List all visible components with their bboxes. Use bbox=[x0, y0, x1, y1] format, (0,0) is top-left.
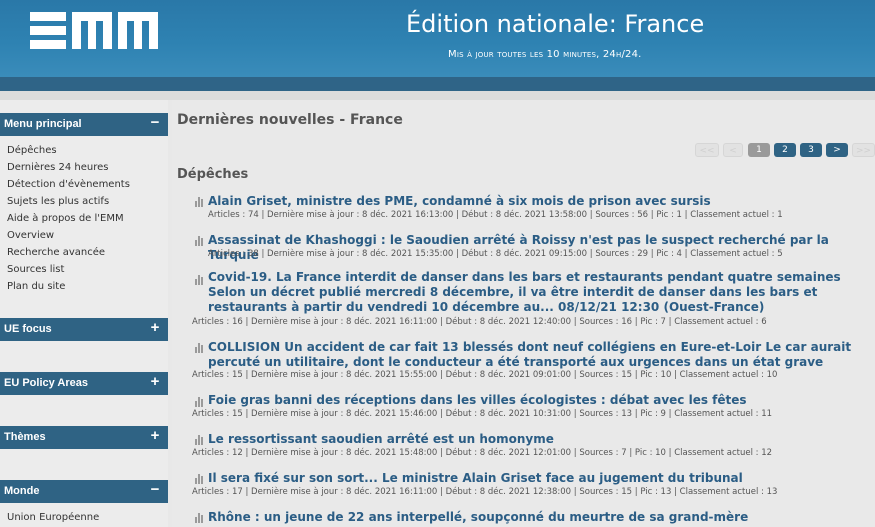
sidebar-item-overview[interactable]: Overview bbox=[7, 230, 54, 241]
sidebar-item-aide[interactable]: Aide à propos de l'EMM bbox=[7, 213, 124, 224]
expand-icon[interactable]: + bbox=[148, 428, 162, 443]
bar-chart-icon[interactable] bbox=[195, 343, 205, 353]
pager-page-2[interactable]: 2 bbox=[774, 143, 796, 157]
sidebar-item-depeches[interactable]: Dépêches bbox=[7, 145, 57, 156]
news-meta: Articles : 15 | Dernière mise à jour : 8… bbox=[192, 370, 778, 380]
news-meta: Articles : 12 | Dernière mise à jour : 8… bbox=[192, 448, 773, 458]
expand-icon[interactable]: + bbox=[148, 320, 162, 335]
sidebar-item-plan[interactable]: Plan du site bbox=[7, 281, 65, 292]
menu-principal-header[interactable]: Menu principal − bbox=[0, 113, 168, 136]
bar-chart-icon[interactable] bbox=[195, 435, 205, 445]
bar-chart-icon[interactable] bbox=[195, 197, 205, 207]
sidebar-item-union-europeenne[interactable]: Union Européenne bbox=[7, 512, 99, 523]
news-title[interactable]: Le ressortissant saoudien arrêté est un … bbox=[208, 432, 868, 447]
emm-logo[interactable] bbox=[30, 12, 158, 49]
eu-policy-header[interactable]: EU Policy Areas + bbox=[0, 372, 168, 395]
news-meta: Articles : 16 | Dernière mise à jour : 8… bbox=[192, 317, 767, 327]
header-strip bbox=[0, 77, 875, 91]
page-title: Édition nationale: France bbox=[406, 10, 705, 38]
pager-next[interactable]: > bbox=[826, 143, 848, 157]
ue-focus-header[interactable]: UE focus + bbox=[0, 318, 168, 341]
bar-chart-icon[interactable] bbox=[195, 397, 205, 407]
collapse-icon[interactable]: − bbox=[148, 115, 162, 130]
pager-first[interactable]: << bbox=[695, 143, 719, 157]
pager-page-1[interactable]: 1 bbox=[748, 143, 770, 157]
bar-chart-icon[interactable] bbox=[195, 275, 205, 285]
expand-icon[interactable]: + bbox=[148, 374, 162, 389]
bar-chart-icon[interactable] bbox=[195, 474, 205, 484]
news-title[interactable]: Rhône : un jeune de 22 ans interpellé, s… bbox=[208, 510, 868, 525]
collapse-icon[interactable]: − bbox=[148, 482, 162, 497]
news-meta: Articles : 38 | Dernière mise à jour : 8… bbox=[208, 249, 783, 259]
monde-header[interactable]: Monde − bbox=[0, 480, 168, 503]
news-meta: Articles : 17 | Dernière mise à jour : 8… bbox=[192, 487, 778, 497]
bar-chart-icon[interactable] bbox=[195, 236, 205, 246]
news-title[interactable]: Foie gras banni des réceptions dans les … bbox=[208, 393, 868, 408]
pager-last[interactable]: >> bbox=[852, 143, 875, 157]
depeches-label: Dépêches bbox=[177, 167, 249, 182]
news-title[interactable]: Alain Griset, ministre des PME, condamné… bbox=[208, 194, 868, 209]
themes-header[interactable]: Thèmes + bbox=[0, 426, 168, 449]
news-meta: Articles : 74 | Dernière mise à jour : 8… bbox=[208, 210, 783, 220]
update-notice: Mis à jour toutes les 10 minutes, 24h/24… bbox=[448, 49, 642, 60]
site-header: Édition nationale: France Mis à jour tou… bbox=[0, 0, 875, 77]
sidebar-item-dernieres-24h[interactable]: Dernières 24 heures bbox=[7, 162, 108, 173]
section-heading: Dernières nouvelles - France bbox=[177, 112, 403, 128]
sidebar-item-sujets-actifs[interactable]: Sujets les plus actifs bbox=[7, 196, 109, 207]
sidebar-item-recherche[interactable]: Recherche avancée bbox=[7, 247, 105, 258]
pager-prev[interactable]: < bbox=[723, 143, 743, 157]
bar-chart-icon[interactable] bbox=[195, 513, 205, 523]
news-title[interactable]: Covid-19. La France interdit de danser d… bbox=[208, 270, 875, 315]
news-meta: Articles : 15 | Dernière mise à jour : 8… bbox=[192, 409, 773, 419]
sidebar-item-sources[interactable]: Sources list bbox=[7, 264, 64, 275]
sidebar-item-detection[interactable]: Détection d'évènements bbox=[7, 179, 130, 190]
news-title[interactable]: Il sera fixé sur son sort... Le ministre… bbox=[208, 471, 868, 486]
pager-page-3[interactable]: 3 bbox=[800, 143, 822, 157]
news-title[interactable]: COLLISION Un accident de car fait 13 ble… bbox=[208, 340, 875, 370]
